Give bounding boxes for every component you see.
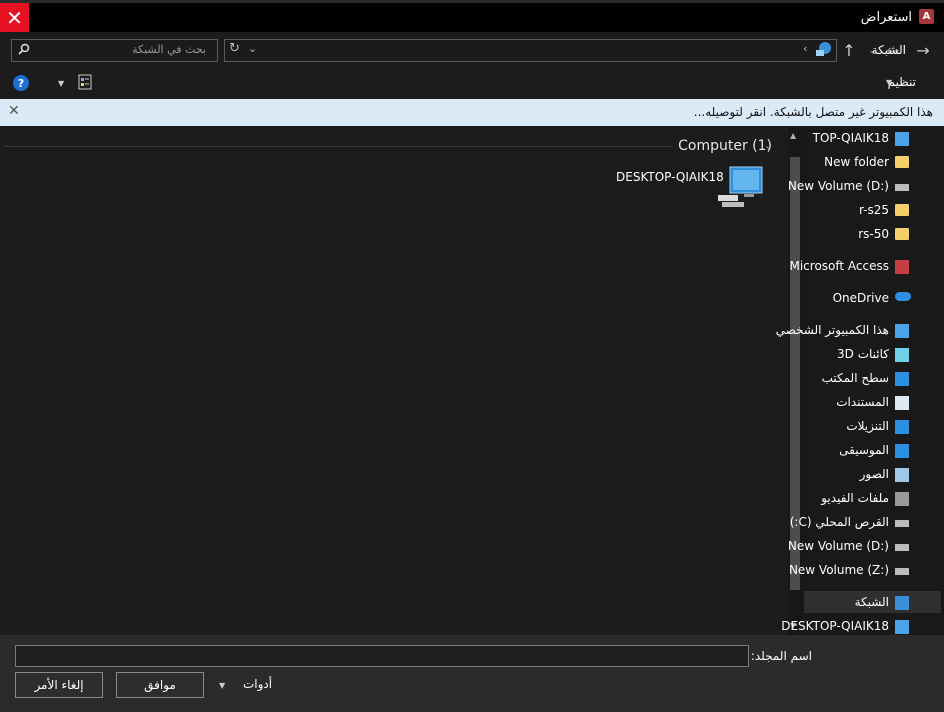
video-icon — [895, 492, 909, 506]
tree-item[interactable]: TOP-QIAIK18 — [813, 131, 889, 145]
drive-icon — [895, 520, 909, 527]
tree-item[interactable]: New folder — [824, 155, 889, 169]
folder-icon — [895, 228, 909, 240]
tree-item[interactable]: المستندات — [836, 395, 889, 409]
desktop-icon — [895, 372, 909, 386]
up-arrow-icon[interactable]: ↑ — [839, 40, 859, 60]
access-app-icon: A — [919, 9, 934, 24]
back-arrow-icon[interactable]: → — [913, 40, 933, 60]
group-header-computer[interactable]: Computer (1) — [672, 138, 778, 154]
search-icon — [18, 43, 30, 58]
tree-item[interactable]: الشبكة — [855, 595, 889, 609]
group-collapse-chevron-icon[interactable]: ⌄ — [764, 139, 773, 152]
address-bar[interactable] — [224, 39, 837, 62]
top-strip — [0, 0, 944, 3]
picture-icon — [895, 468, 909, 482]
tree-item[interactable]: rs-50 — [858, 227, 889, 241]
tree-item[interactable]: الصور — [860, 467, 889, 481]
folder-icon — [895, 204, 909, 216]
tree-item[interactable]: سطح المكتب — [822, 371, 889, 385]
music-icon — [895, 444, 909, 458]
tree-item[interactable]: الموسيقى — [839, 443, 889, 457]
download-icon — [895, 420, 909, 434]
breadcrumb-chevron-icon: ‹ — [803, 42, 808, 55]
cloud-icon — [895, 292, 911, 301]
tools-button[interactable]: أدوات — [243, 677, 272, 691]
organize-dropdown-icon[interactable]: ▼ — [886, 78, 892, 87]
folder-name-input[interactable] — [15, 645, 749, 667]
network-icon — [895, 596, 909, 610]
title-bar — [0, 0, 944, 32]
window-title: استعراض — [860, 10, 912, 25]
tree-item[interactable]: r-s25 — [859, 203, 889, 217]
info-bar-close-icon[interactable]: ✕ — [8, 103, 20, 119]
computer-icon — [895, 620, 909, 634]
help-icon[interactable]: ? — [13, 75, 29, 91]
file-list-pane[interactable] — [0, 127, 784, 635]
computer-icon — [895, 132, 909, 146]
view-dropdown-icon[interactable]: ▼ — [58, 79, 64, 88]
scroll-up-arrow-icon[interactable]: ▲ — [790, 131, 796, 140]
tree-item[interactable]: Microsoft Access — [789, 259, 889, 273]
tree-item[interactable]: التنزيلات — [846, 419, 889, 433]
access-icon — [895, 260, 909, 274]
tree-item[interactable]: ملفات الفيديو — [821, 491, 889, 505]
tree-item[interactable]: القرص المحلي (C:) — [790, 515, 889, 529]
view-options-icon[interactable] — [78, 74, 92, 93]
search-placeholder: بحث في الشبكة — [132, 43, 206, 56]
network-drive-icon — [895, 568, 909, 575]
folder-icon — [895, 156, 909, 168]
drive-icon — [895, 544, 909, 551]
address-dropdown-icon[interactable]: ⌄ — [248, 42, 257, 55]
computer-item-label[interactable]: DESKTOP-QIAIK18 — [616, 170, 724, 184]
address-breadcrumb[interactable]: الشبكة — [872, 43, 906, 57]
tree-item[interactable]: New Volume (D:) — [788, 179, 889, 193]
tree-item[interactable]: New Volume (D:) — [788, 539, 889, 553]
tree-item[interactable]: DESKTOP-QIAIK18 — [781, 619, 889, 633]
computer-icon — [895, 324, 909, 338]
document-icon — [895, 396, 909, 410]
tree-item[interactable]: هذا الكمبيوتر الشخصي — [776, 323, 889, 337]
drive-icon — [895, 184, 909, 191]
refresh-icon[interactable]: ↻ — [229, 41, 240, 56]
ok-button[interactable]: موافق — [116, 672, 204, 698]
tools-dropdown-icon[interactable]: ▼ — [219, 681, 225, 690]
cube-icon — [895, 348, 909, 362]
cancel-button[interactable]: إلغاء الأمر — [15, 672, 103, 698]
close-icon: ✕ — [6, 5, 23, 30]
tree-item[interactable]: New Volume (Z:) — [789, 563, 889, 577]
info-bar-message[interactable]: هذا الكمبيوتر غير متصل بالشبكة. انقر لتو… — [694, 105, 933, 119]
group-divider — [4, 146, 778, 147]
close-button[interactable]: ✕ — [0, 3, 29, 32]
tree-item[interactable]: كائنات 3D — [837, 347, 889, 361]
command-bar — [0, 68, 944, 99]
tree-item[interactable]: OneDrive — [833, 291, 889, 305]
folder-name-label: اسم المجلد: — [750, 649, 812, 663]
network-icon — [815, 41, 831, 57]
